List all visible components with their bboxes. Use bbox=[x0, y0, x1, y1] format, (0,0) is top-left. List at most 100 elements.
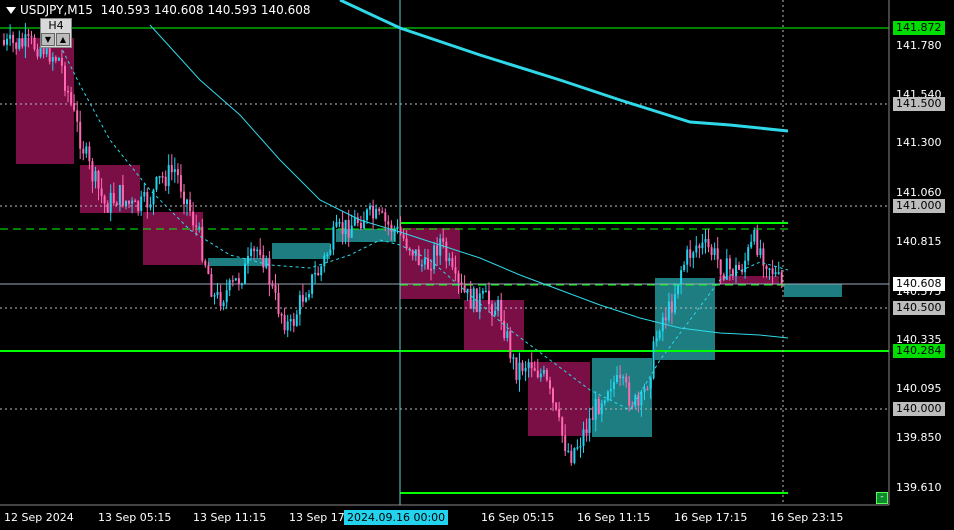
candle-body bbox=[634, 394, 637, 407]
candle-body bbox=[219, 291, 222, 307]
candle-body bbox=[481, 290, 484, 294]
candle-body bbox=[646, 388, 649, 391]
candle-body bbox=[244, 263, 246, 284]
candle-body bbox=[192, 211, 195, 226]
candle-body bbox=[381, 211, 384, 213]
candle-body bbox=[585, 429, 588, 433]
candle-body bbox=[164, 176, 167, 186]
candle-body bbox=[683, 264, 686, 271]
candle-body bbox=[411, 250, 414, 256]
candle-body bbox=[725, 258, 728, 280]
candle-body bbox=[402, 234, 405, 239]
candle-body bbox=[430, 268, 432, 271]
candle-body bbox=[744, 260, 747, 273]
candle-body bbox=[207, 265, 210, 274]
candle-body bbox=[140, 196, 143, 211]
candle-body bbox=[731, 269, 734, 277]
candle-body bbox=[527, 362, 530, 368]
candle-body bbox=[250, 248, 253, 256]
candle-body bbox=[347, 219, 350, 238]
candle-body bbox=[759, 248, 762, 255]
price-tick: 139.850 bbox=[896, 431, 942, 444]
candle-body bbox=[387, 221, 390, 225]
price-chart[interactable] bbox=[0, 0, 954, 530]
candle-body bbox=[420, 264, 423, 267]
candle-body bbox=[710, 247, 713, 256]
price-tick: 139.610 bbox=[896, 481, 942, 494]
candle-body bbox=[588, 418, 591, 433]
candle-body bbox=[314, 272, 317, 275]
candle-body bbox=[183, 191, 185, 205]
candle-body bbox=[631, 405, 634, 407]
down-arrow-icon[interactable]: ▼ bbox=[41, 33, 55, 46]
candle-body bbox=[457, 273, 460, 283]
candle-body bbox=[530, 362, 533, 369]
candle-body bbox=[359, 222, 362, 229]
candle-body bbox=[545, 370, 548, 381]
candle-body bbox=[491, 304, 493, 316]
candle-body bbox=[463, 285, 466, 293]
candle-body bbox=[539, 373, 542, 378]
candle-body bbox=[198, 226, 201, 229]
candle-body bbox=[253, 248, 256, 252]
candle-body bbox=[582, 429, 585, 446]
candle-body bbox=[686, 249, 689, 265]
candle-body bbox=[57, 58, 60, 61]
candle-body bbox=[609, 388, 612, 392]
h4-box bbox=[272, 243, 330, 259]
candle-body bbox=[231, 280, 234, 282]
candle-body bbox=[283, 315, 286, 331]
menu-triangle-icon[interactable] bbox=[6, 7, 16, 14]
level-140500: 140.500 bbox=[893, 301, 945, 315]
price-tick: 140.095 bbox=[896, 382, 942, 395]
candle-body bbox=[64, 65, 66, 91]
candle-body bbox=[366, 209, 368, 221]
up-arrow-icon[interactable]: ▲ bbox=[56, 33, 70, 46]
timeframe-box[interactable]: H4 ▼ ▲ bbox=[40, 18, 72, 48]
candle-body bbox=[564, 435, 567, 452]
candle-body bbox=[277, 292, 280, 314]
candle-body bbox=[405, 238, 408, 249]
symbol-timeframe: USDJPY,M15 bbox=[20, 3, 93, 17]
candle-body bbox=[619, 375, 622, 378]
h4-box bbox=[592, 358, 652, 437]
level-141000: 141.000 bbox=[893, 199, 945, 213]
candle-body bbox=[594, 398, 597, 420]
candle-body bbox=[15, 42, 18, 49]
candle-body bbox=[643, 388, 646, 393]
candle-body bbox=[106, 203, 109, 213]
candle-body bbox=[674, 294, 676, 313]
candle-body bbox=[460, 282, 463, 286]
candle-body bbox=[649, 378, 652, 389]
candle-body bbox=[234, 278, 237, 281]
candle-body bbox=[655, 338, 658, 342]
candle-body bbox=[698, 245, 701, 249]
candle-body bbox=[335, 222, 338, 227]
candle-body bbox=[549, 380, 551, 389]
candle-body bbox=[570, 450, 573, 463]
candle-body bbox=[573, 448, 576, 463]
candle-body bbox=[384, 212, 387, 222]
candle-body bbox=[125, 200, 127, 206]
h4-box bbox=[400, 228, 460, 299]
collapse-button[interactable]: - bbox=[876, 492, 888, 504]
candle-body bbox=[353, 217, 356, 226]
candle-body bbox=[256, 249, 259, 252]
candle-body bbox=[728, 258, 731, 270]
candle-body bbox=[448, 258, 451, 261]
candle-body bbox=[54, 57, 57, 61]
candle-body bbox=[201, 226, 204, 261]
candle-body bbox=[112, 192, 115, 203]
candle-body bbox=[454, 267, 457, 274]
candle-body bbox=[515, 357, 518, 380]
candle-body bbox=[195, 225, 198, 228]
candle-body bbox=[21, 38, 24, 47]
candle-body bbox=[170, 165, 173, 173]
candle-body bbox=[155, 177, 158, 190]
candle-body bbox=[747, 247, 750, 261]
candle-body bbox=[115, 203, 118, 206]
candle-body bbox=[189, 199, 192, 212]
level-141872: 141.872 bbox=[893, 21, 945, 35]
candle-body bbox=[51, 57, 54, 62]
candle-body bbox=[24, 34, 27, 47]
